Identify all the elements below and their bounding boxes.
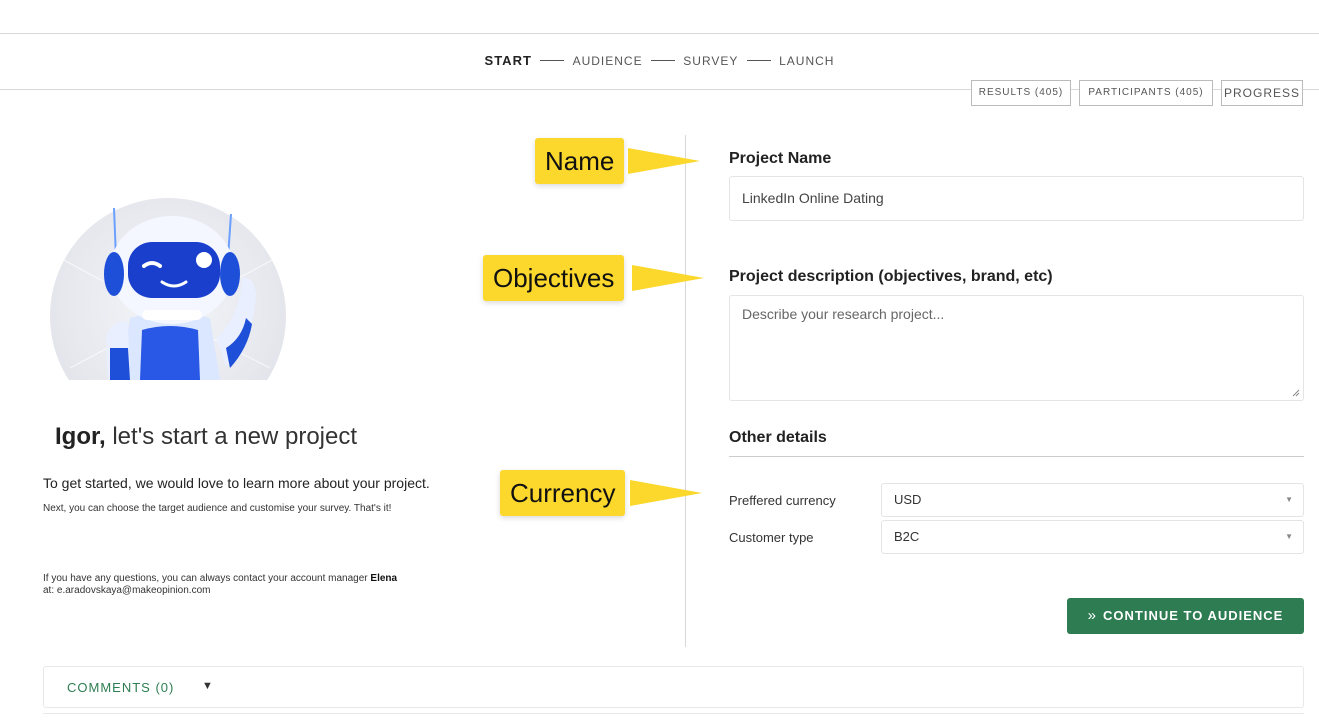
step-connector: [746, 60, 771, 62]
greeting-heading: Igor, let's start a new project: [55, 423, 357, 451]
user-name: Igor,: [55, 423, 106, 450]
step-survey[interactable]: SURVEY: [683, 54, 738, 68]
callout-currency-arrow: [630, 480, 702, 506]
callout-objectives: Objectives: [483, 255, 625, 301]
comments-panel[interactable]: COMMENTS (0) ▼: [43, 666, 1304, 708]
currency-label: Preffered currency: [729, 493, 836, 508]
other-details-divider: [729, 456, 1304, 457]
callout-objectives-arrow: [632, 265, 704, 291]
customer-type-label: Customer type: [729, 530, 814, 545]
resize-handle-icon[interactable]: [1292, 389, 1300, 397]
callout-name-arrow: [628, 148, 700, 174]
other-details-heading: Other details: [729, 429, 827, 446]
column-divider: [685, 135, 686, 647]
top-divider: [0, 33, 1319, 34]
contact-prefix: If you have any questions, you can alway…: [43, 573, 371, 584]
step-connector: [650, 60, 675, 62]
step-connector: [540, 60, 565, 62]
project-name-label: Project Name: [729, 150, 832, 167]
project-name-input[interactable]: LinkedIn Online Dating: [729, 176, 1304, 221]
bottom-divider: [43, 713, 1304, 714]
project-description-textarea[interactable]: Describe your research project...: [729, 295, 1304, 401]
project-description-label: Project description (objectives, brand, …: [729, 268, 1053, 285]
currency-value: USD: [894, 492, 922, 507]
customer-type-select[interactable]: B2C ▼: [881, 520, 1304, 554]
account-manager-name: Elena: [370, 573, 398, 584]
callout-name: Name: [535, 138, 625, 184]
description-placeholder: Describe your research project...: [742, 306, 945, 322]
callout-currency: Currency: [500, 470, 626, 516]
step-audience[interactable]: AUDIENCE: [573, 54, 643, 68]
step-launch[interactable]: LAUNCH: [779, 54, 834, 68]
robot-icon: [59, 207, 277, 380]
results-tab[interactable]: RESULTS (405): [971, 80, 1071, 106]
stepper: START AUDIENCE SURVEY LAUNCH: [0, 53, 1319, 68]
intro-line-2: Next, you can choose the target audience…: [43, 503, 392, 514]
contact-email[interactable]: at: e.aradovskaya@makeopinion.com: [43, 585, 210, 596]
step-start[interactable]: START: [485, 53, 532, 68]
comments-label: COMMENTS (0): [67, 680, 175, 695]
customer-type-value: B2C: [894, 529, 920, 544]
continue-to-audience-button[interactable]: » CONTINUE TO AUDIENCE: [1067, 598, 1304, 634]
intro-line-1: To get started, we would love to learn m…: [43, 475, 430, 491]
caret-down-icon: ▼: [202, 680, 213, 692]
chevron-down-icon: ▼: [1285, 495, 1293, 504]
contact-info: If you have any questions, you can alway…: [43, 573, 483, 597]
continue-label: CONTINUE TO AUDIENCE: [1103, 608, 1284, 623]
greeting-text: let's start a new project: [105, 423, 358, 450]
participants-tab[interactable]: PARTICIPANTS (405): [1079, 80, 1213, 106]
currency-select[interactable]: USD ▼: [881, 483, 1304, 517]
double-chevron-right-icon: »: [1087, 607, 1097, 624]
progress-tab[interactable]: PROGRESS: [1221, 80, 1303, 106]
chevron-down-icon: ▼: [1285, 532, 1293, 541]
robot-avatar: [50, 198, 286, 380]
